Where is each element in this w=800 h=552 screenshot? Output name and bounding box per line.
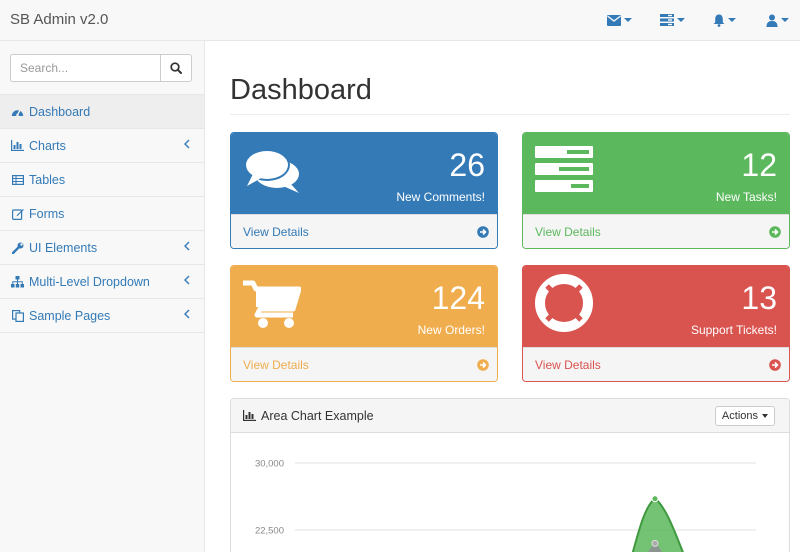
chevron-down-icon	[677, 18, 685, 22]
sidebar-item-sample-pages[interactable]: Sample Pages	[0, 299, 204, 333]
sidebar-item-label: Charts	[29, 138, 66, 153]
sidebar-item-label: Dashboard	[29, 104, 91, 119]
tasks-count: 12	[741, 147, 777, 183]
view-details-link[interactable]: View Details	[523, 347, 789, 381]
shopping-cart-icon	[243, 280, 301, 328]
edit-icon	[11, 208, 24, 220]
data-point[interactable]	[651, 495, 659, 503]
chart-title: Area Chart Example	[261, 408, 374, 423]
arrow-circle-right-icon	[477, 226, 489, 238]
tickets-label: Support Tickets!	[690, 323, 777, 337]
wrench-icon	[11, 242, 23, 254]
chevron-down-icon	[624, 18, 632, 22]
sidebar-item-label: Forms	[29, 206, 65, 221]
chevron-left-icon	[184, 241, 190, 251]
tasks-icon	[535, 146, 593, 192]
chevron-left-icon	[184, 139, 190, 149]
user-dropdown[interactable]	[766, 12, 789, 28]
comments-icon	[244, 149, 299, 193]
search-input[interactable]	[10, 54, 160, 82]
title-divider	[230, 114, 790, 115]
tasks-icon	[660, 14, 674, 26]
messages-dropdown[interactable]	[607, 12, 632, 28]
life-ring-icon	[535, 274, 593, 332]
sidebar-item-label: UI Elements	[29, 240, 98, 255]
search-button[interactable]	[160, 54, 192, 82]
comments-label: New Comments!	[396, 190, 485, 204]
chevron-left-icon	[184, 275, 190, 285]
sidebar-item-label: Tables	[29, 172, 66, 187]
sidebar-item-forms[interactable]: Forms	[0, 197, 204, 231]
tasks-label: New Tasks!	[715, 190, 777, 204]
tasks-dropdown[interactable]	[660, 12, 685, 28]
comments-card: 26 New Comments! View Details	[230, 132, 498, 249]
orders-label: New Orders!	[417, 323, 485, 337]
chart-panel-header: Area Chart Example Actions	[231, 399, 789, 433]
card-header: 26 New Comments!	[231, 133, 497, 214]
user-icon	[766, 14, 778, 27]
tickets-count: 13	[741, 280, 777, 316]
chevron-down-icon	[781, 18, 789, 22]
arrow-circle-right-icon	[769, 359, 781, 371]
table-icon	[11, 174, 24, 185]
main-content: Dashboard 26 New Comments! View Details	[205, 41, 800, 552]
bar-chart-icon	[243, 410, 256, 421]
series-area-green	[631, 497, 684, 552]
alerts-dropdown[interactable]	[713, 12, 736, 28]
sidebar-item-ui-elements[interactable]: UI Elements	[0, 231, 204, 265]
view-details-link[interactable]: View Details	[523, 214, 789, 248]
orders-card: 124 New Orders! View Details	[230, 265, 498, 382]
dashboard-icon	[11, 109, 24, 117]
view-details-link[interactable]: View Details	[231, 347, 497, 381]
sidebar-item-tables[interactable]: Tables	[0, 163, 204, 197]
chevron-left-icon	[184, 309, 190, 319]
y-tick-label: 30,000	[255, 459, 284, 470]
comments-count: 26	[449, 147, 485, 183]
sidebar: Dashboard Charts Tables Forms UI Element…	[0, 41, 205, 552]
actions-label: Actions	[721, 410, 758, 422]
card-header: 124 New Orders!	[231, 266, 497, 347]
sidebar-menu: Dashboard Charts Tables Forms UI Element…	[0, 94, 204, 333]
area-chart-panel: Area Chart Example Actions 30,000 22,500	[230, 398, 790, 552]
card-header: 13 Support Tickets!	[523, 266, 789, 347]
view-details-label: View Details	[535, 225, 601, 239]
sidebar-item-label: Multi-Level Dropdown	[29, 274, 150, 289]
arrow-circle-right-icon	[477, 359, 489, 371]
bar-chart-icon	[11, 140, 24, 151]
view-details-label: View Details	[243, 358, 309, 372]
view-details-label: View Details	[535, 358, 601, 372]
sidebar-item-multi-level-dropdown[interactable]: Multi-Level Dropdown	[0, 265, 204, 299]
y-tick-label: 22,500	[255, 526, 284, 537]
sidebar-item-charts[interactable]: Charts	[0, 129, 204, 163]
sitemap-icon	[11, 275, 24, 287]
search-icon	[170, 62, 182, 74]
area-chart: 30,000 22,500	[255, 459, 756, 552]
orders-count: 124	[431, 280, 485, 316]
card-header: 12 New Tasks!	[523, 133, 789, 214]
chevron-down-icon	[762, 414, 768, 418]
data-point[interactable]	[651, 539, 659, 547]
bell-icon	[713, 14, 725, 27]
tickets-card: 13 Support Tickets! View Details	[522, 265, 790, 382]
arrow-circle-right-icon	[769, 226, 781, 238]
sidebar-search	[10, 54, 192, 82]
sidebar-item-label: Sample Pages	[29, 308, 111, 323]
tasks-card: 12 New Tasks! View Details	[522, 132, 790, 249]
top-navbar: SB Admin v2.0	[0, 0, 800, 41]
envelope-icon	[607, 14, 621, 26]
files-icon	[11, 309, 24, 322]
page-title: Dashboard	[230, 74, 372, 106]
chevron-down-icon	[728, 18, 736, 22]
view-details-label: View Details	[243, 225, 309, 239]
brand-title[interactable]: SB Admin v2.0	[10, 11, 108, 28]
sidebar-item-dashboard[interactable]: Dashboard	[0, 95, 204, 129]
actions-dropdown-button[interactable]: Actions	[714, 406, 775, 426]
view-details-link[interactable]: View Details	[231, 214, 497, 248]
